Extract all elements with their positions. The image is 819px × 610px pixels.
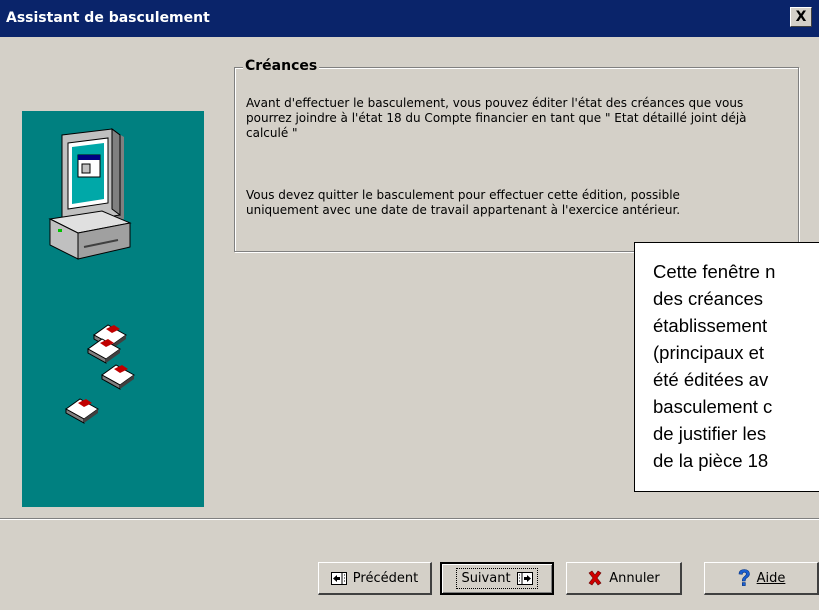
question-mark-icon	[738, 569, 750, 586]
title-bar[interactable]: Assistant de basculement X	[0, 0, 819, 37]
wizard-window: Assistant de basculement X Créances Avan…	[0, 0, 819, 610]
previous-label: Précédent	[352, 570, 419, 586]
creances-groupbox: Créances Avant d'effectuer le basculemen…	[234, 58, 799, 252]
next-label: Suivant	[461, 571, 511, 586]
cancel-button[interactable]: Annuler	[566, 562, 682, 595]
help-button[interactable]: Aide	[704, 562, 819, 595]
next-focus-rect: Suivant	[456, 568, 538, 589]
quit-instruction: Vous devez quitter le basculement pour e…	[246, 188, 681, 217]
annotation-callout: Cette fenêtre n des créances établisseme…	[634, 242, 819, 492]
groupbox-title: Créances	[243, 58, 320, 74]
cancel-label: Annuler	[609, 570, 660, 586]
help-label: Aide	[756, 570, 786, 586]
next-arrow-icon	[516, 572, 533, 585]
window-title: Assistant de basculement	[6, 10, 210, 26]
next-button[interactable]: Suivant	[440, 562, 554, 595]
wizard-side-panel	[22, 111, 204, 507]
diskettes-icon	[65, 324, 135, 424]
bottom-separator	[0, 518, 819, 520]
previous-button[interactable]: Précédent	[318, 562, 432, 595]
creances-description: Avant d'effectuer le basculement, vous p…	[246, 96, 747, 140]
computer-icon	[48, 128, 132, 260]
red-x-icon	[588, 570, 602, 586]
wizard-illustration	[48, 128, 135, 424]
previous-arrow-icon	[330, 571, 347, 585]
close-button[interactable]: X	[790, 7, 812, 27]
callout-text: Cette fenêtre n des créances établisseme…	[653, 261, 776, 471]
